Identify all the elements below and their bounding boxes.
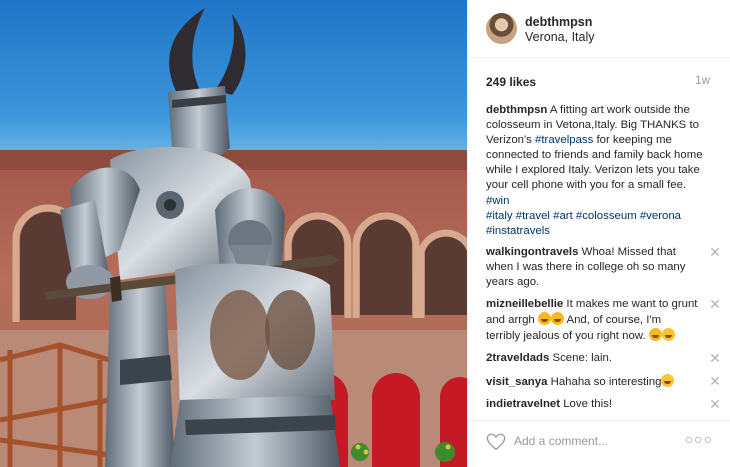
photo-illustration: [0, 8, 467, 467]
post-photo[interactable]: [0, 0, 467, 467]
comment-item: mizneillebellie It makes me want to grun…: [486, 297, 721, 344]
comment-username[interactable]: indietravelnet: [486, 398, 560, 410]
avatar[interactable]: [486, 13, 517, 44]
comments-list: debthmpsn A fitting art work outside the…: [486, 103, 721, 419]
post-location[interactable]: Verona, Italy: [525, 30, 595, 44]
caption-username[interactable]: debthmpsn: [486, 104, 547, 116]
winking-emoji-icon: [661, 328, 675, 342]
post-username[interactable]: debthmpsn: [525, 15, 592, 29]
comment-item: visit_sanya Hahaha so interesting ✕: [486, 373, 721, 390]
laughing-emoji-icon: [550, 312, 564, 326]
comment-username[interactable]: mizneillebellie: [486, 298, 563, 310]
close-icon[interactable]: ✕: [708, 351, 722, 365]
comment-username[interactable]: walkingontravels: [486, 246, 578, 258]
grinning-emoji-icon: [661, 373, 675, 387]
laughing-emoji-icon: [537, 312, 551, 326]
close-icon[interactable]: ✕: [708, 397, 722, 411]
comment-bar: Add a comment... ○○○: [468, 420, 730, 467]
caption-hashtags[interactable]: #italy #travel #art #colosseum #verona #…: [486, 210, 681, 237]
comment-item: 2traveldads Scene: lain. ✕: [486, 351, 721, 366]
close-icon[interactable]: ✕: [708, 297, 722, 311]
heart-icon[interactable]: [486, 433, 506, 451]
add-comment-input[interactable]: Add a comment...: [514, 434, 608, 448]
laughing-emoji-icon: [648, 328, 662, 342]
caption: debthmpsn A fitting art work outside the…: [486, 103, 716, 239]
comment-username[interactable]: visit_sanya: [486, 376, 547, 388]
comment-text: Love this!: [560, 397, 612, 410]
comment-username[interactable]: 2traveldads: [486, 352, 549, 364]
likes-count[interactable]: 249 likes: [486, 75, 536, 89]
close-icon[interactable]: ✕: [708, 245, 722, 259]
more-options-icon[interactable]: ○○○: [685, 431, 713, 447]
comment-item: indietravelnet Love this! ✕: [486, 397, 721, 412]
comment-text: Scene: lain.: [549, 352, 613, 365]
post-side-panel: debthmpsn Verona, Italy 249 likes 1w deb…: [467, 0, 730, 467]
comment-text: Hahaha so interesting: [547, 375, 662, 388]
hashtag-travelpass[interactable]: #travelpass: [535, 134, 593, 146]
hashtag-win[interactable]: #win: [486, 195, 509, 207]
post-header: debthmpsn Verona, Italy: [468, 0, 730, 58]
close-icon[interactable]: ✕: [708, 374, 722, 388]
post-time[interactable]: 1w: [695, 75, 710, 87]
comment-item: walkingontravels Whoa! Missed that when …: [486, 245, 721, 290]
